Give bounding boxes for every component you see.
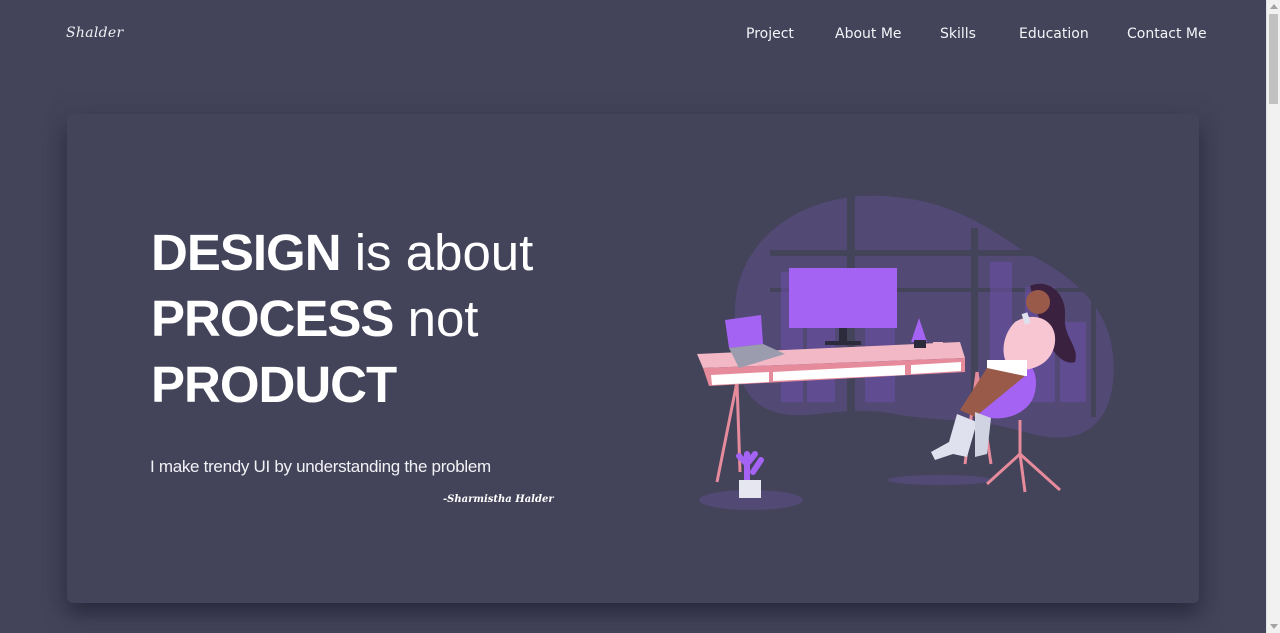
headline-process: PROCESS — [151, 290, 394, 347]
site-logo[interactable]: Shalder — [66, 25, 123, 41]
hero-tagline: I make trendy UI by understanding the pr… — [150, 457, 491, 476]
hero-signature: -Sharmistha Halder — [443, 494, 554, 505]
headline-not: not — [393, 290, 479, 347]
woman-head — [1026, 290, 1050, 314]
nav-link-contact-me[interactable]: Contact Me — [1127, 26, 1207, 42]
monitor-base — [825, 341, 861, 345]
laptop-screen — [725, 315, 763, 348]
headline-is-about: is about — [340, 224, 534, 281]
scroll-down-arrow-icon[interactable] — [1270, 624, 1278, 629]
coffee-cup — [933, 342, 943, 350]
monitor — [789, 268, 897, 328]
headline-product: PRODUCT — [151, 356, 397, 413]
hero-card: DESIGN is about PROCESS not PRODUCT I ma… — [67, 114, 1199, 603]
headline-design: DESIGN — [151, 224, 342, 281]
page-scrollbar[interactable] — [1266, 0, 1280, 633]
hero-headline: DESIGN is about PROCESS not PRODUCT — [151, 220, 571, 418]
monitor-stand — [839, 328, 847, 342]
cactus-plant — [736, 451, 764, 485]
nav-link-skills[interactable]: Skills — [940, 26, 976, 42]
scroll-up-arrow-icon[interactable] — [1270, 4, 1278, 9]
woman-boots — [931, 414, 977, 460]
scroll-thumb[interactable] — [1269, 14, 1278, 104]
cactus-pot — [739, 480, 761, 498]
chair-shadow — [888, 475, 992, 485]
nav-link-project[interactable]: Project — [746, 26, 794, 42]
woman-at-desk-illustration — [697, 192, 1115, 510]
nav-link-education[interactable]: Education — [1019, 26, 1089, 42]
nav-link-about-me[interactable]: About Me — [835, 26, 902, 42]
